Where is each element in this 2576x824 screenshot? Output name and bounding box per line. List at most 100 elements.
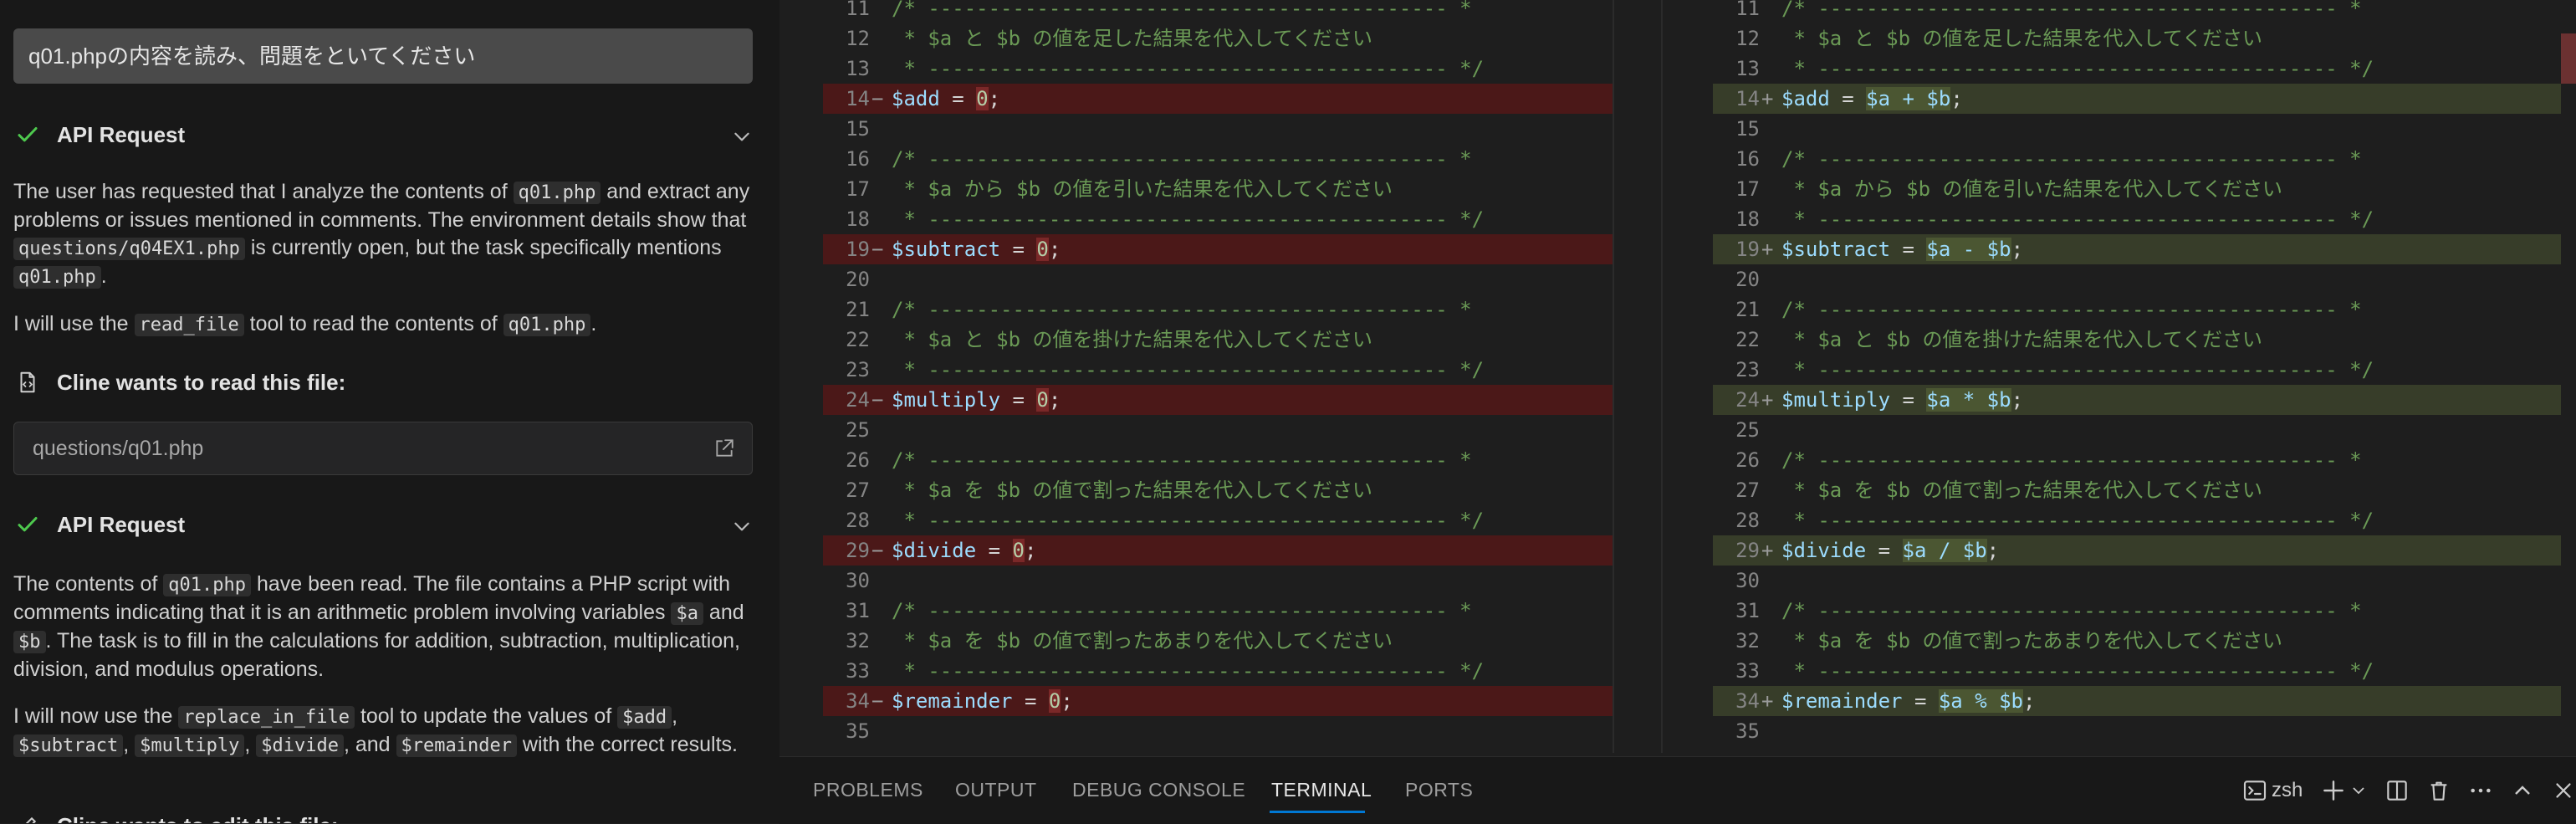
code-line[interactable]: 30 — [823, 566, 1613, 596]
code-line[interactable]: 23 * -----------------------------------… — [823, 355, 1613, 385]
code-token: /* -------------------------------------… — [892, 448, 1472, 472]
tab-terminal[interactable]: TERMINAL — [1271, 779, 1372, 801]
api-request-label: API Request — [57, 512, 186, 537]
inserted-line[interactable]: 29 + $divide = $a / $b; — [1713, 535, 2561, 566]
inline-code: questions/q04EX1.php — [13, 238, 245, 260]
code-line[interactable]: 36 ?> — [1713, 746, 2561, 753]
code-line[interactable]: 21 /* -----------------------------------… — [1713, 294, 2561, 325]
api-request-row-1[interactable]: API Request — [13, 117, 753, 154]
terminal-name[interactable]: zsh — [2272, 779, 2303, 802]
diff-marker: − — [871, 238, 884, 261]
tab-ports[interactable]: PORTS — [1405, 779, 1473, 801]
code-text: * --------------------------------------… — [892, 656, 1484, 686]
code-token: $subtract — [892, 238, 1001, 261]
code-line[interactable]: 11 /* -----------------------------------… — [823, 0, 1613, 23]
terminal-icon — [2243, 780, 2267, 801]
code-token: ; — [1061, 689, 1073, 713]
api-request-row-2[interactable]: API Request — [13, 507, 753, 544]
code-line[interactable]: 30 — [1713, 566, 2561, 596]
plus-icon[interactable] — [2320, 777, 2347, 804]
line-number: 35 — [1735, 719, 1760, 743]
line-number: 11 — [846, 0, 870, 20]
chevron-down-icon[interactable] — [2349, 777, 2369, 804]
file-path-box[interactable]: questions/q01.php — [13, 422, 753, 475]
code-line[interactable]: 21 /* -----------------------------------… — [823, 294, 1613, 325]
code-line[interactable]: 27 * $a を $b の値で割った結果を代入してください — [823, 475, 1613, 505]
inline-code: q01.php — [13, 266, 101, 289]
code-line[interactable]: 28 * -----------------------------------… — [1713, 505, 2561, 535]
code-line[interactable]: 23 * -----------------------------------… — [1713, 355, 2561, 385]
code-line[interactable]: 26 /* -----------------------------------… — [823, 445, 1613, 475]
code-line[interactable]: 11 /* -----------------------------------… — [1713, 0, 2561, 23]
chevron-up-icon[interactable] — [2509, 777, 2536, 804]
code-line[interactable]: 28 * -----------------------------------… — [823, 505, 1613, 535]
code-line[interactable]: 18 * -----------------------------------… — [823, 204, 1613, 234]
code-line[interactable]: 33 * -----------------------------------… — [1713, 656, 2561, 686]
code-token: $a + $b — [1866, 87, 1951, 110]
inserted-line[interactable]: 19 + $subtract = $a - $b; — [1713, 234, 2561, 264]
assistant-paragraph-3: The contents of q01.php have been read. … — [13, 572, 744, 681]
code-line[interactable]: 22 * $a と $b の値を掛けた結果を代入してください — [823, 325, 1613, 355]
inline-code: $a — [671, 602, 703, 625]
code-line[interactable]: 22 * $a と $b の値を掛けた結果を代入してください — [1713, 325, 2561, 355]
inserted-line[interactable]: 34 + $remainder = $a % $b; — [1713, 686, 2561, 716]
code-line[interactable]: 15 — [823, 114, 1613, 144]
deleted-line[interactable]: 14− $add = 0; — [823, 84, 1613, 114]
code-line[interactable]: 35 — [1713, 716, 2561, 746]
tab-debug-console[interactable]: DEBUG CONSOLE — [1072, 779, 1245, 801]
code-line[interactable]: 13 * -----------------------------------… — [823, 54, 1613, 84]
close-icon[interactable] — [2551, 777, 2576, 804]
deleted-line[interactable]: 19− $subtract = 0; — [823, 234, 1613, 264]
deleted-line[interactable]: 29− $divide = 0; — [823, 535, 1613, 566]
code-line[interactable]: 33 * -----------------------------------… — [823, 656, 1613, 686]
line-number: 13 — [1735, 57, 1760, 80]
code-text: * $a と $b の値を掛けた結果を代入してください — [892, 325, 1372, 355]
code-line[interactable]: 25 — [1713, 415, 2561, 445]
chevron-down-icon[interactable] — [731, 125, 753, 147]
trash-icon[interactable] — [2425, 777, 2452, 804]
code-text: * --------------------------------------… — [1781, 656, 2374, 686]
code-line[interactable]: 36 ?> — [823, 746, 1613, 753]
inserted-line[interactable]: 14 + $add = $a + $b; — [1713, 84, 2561, 114]
code-text: * $a を $b の値で割ったあまりを代入してください — [1781, 626, 2282, 656]
code-line[interactable]: 12 * $a と $b の値を足した結果を代入してください — [1713, 23, 2561, 54]
code-line[interactable]: 17 * $a から $b の値を引いた結果を代入してください — [1713, 174, 2561, 204]
diff-modified-pane[interactable]: 11 /* -----------------------------------… — [1713, 0, 2561, 753]
code-line[interactable]: 16 /* -----------------------------------… — [1713, 144, 2561, 174]
code-token: ; — [1986, 539, 2000, 562]
scrollbar-change-marker — [2561, 33, 2576, 84]
code-line[interactable]: 12 * $a と $b の値を足した結果を代入してください — [823, 23, 1613, 54]
chevron-down-icon[interactable] — [731, 515, 753, 537]
tab-output[interactable]: OUTPUT — [955, 779, 1037, 801]
code-text: * --------------------------------------… — [892, 54, 1484, 84]
code-line[interactable]: 27 * $a を $b の値で割った結果を代入してください — [1713, 475, 2561, 505]
code-line[interactable]: 31 /* -----------------------------------… — [1713, 596, 2561, 626]
deleted-line[interactable]: 34− $remainder = 0; — [823, 686, 1613, 716]
tab-problems[interactable]: PROBLEMS — [813, 779, 923, 801]
code-line[interactable]: 31 /* -----------------------------------… — [823, 596, 1613, 626]
code-line[interactable]: 25 — [823, 415, 1613, 445]
split-terminal-icon[interactable] — [2384, 777, 2410, 804]
code-line[interactable]: 17 * $a から $b の値を引いた結果を代入してください — [823, 174, 1613, 204]
active-tab-indicator — [1270, 811, 1365, 813]
code-line[interactable]: 16 /* -----------------------------------… — [823, 144, 1613, 174]
deleted-line[interactable]: 24− $multiply = 0; — [823, 385, 1613, 415]
code-line[interactable]: 18 * -----------------------------------… — [1713, 204, 2561, 234]
code-line[interactable]: 20 — [1713, 264, 2561, 294]
code-line[interactable]: 15 — [1713, 114, 2561, 144]
code-token: ?> — [1781, 750, 1806, 753]
more-icon[interactable] — [2467, 777, 2494, 804]
code-line[interactable]: 13 * -----------------------------------… — [1713, 54, 2561, 84]
code-token: $multiply — [892, 388, 1001, 412]
line-number: 20 — [846, 268, 870, 291]
link-external-icon[interactable] — [713, 438, 735, 459]
code-token: * --------------------------------------… — [1781, 207, 2374, 231]
code-line[interactable]: 32 * $a を $b の値で割ったあまりを代入してください — [823, 626, 1613, 656]
diff-marker: + — [1761, 238, 1774, 261]
diff-original-pane[interactable]: 11 /* -----------------------------------… — [823, 0, 1613, 753]
code-line[interactable]: 32 * $a を $b の値で割ったあまりを代入してください — [1713, 626, 2561, 656]
code-line[interactable]: 35 — [823, 716, 1613, 746]
code-line[interactable]: 20 — [823, 264, 1613, 294]
code-line[interactable]: 26 /* -----------------------------------… — [1713, 445, 2561, 475]
inserted-line[interactable]: 24 + $multiply = $a * $b; — [1713, 385, 2561, 415]
